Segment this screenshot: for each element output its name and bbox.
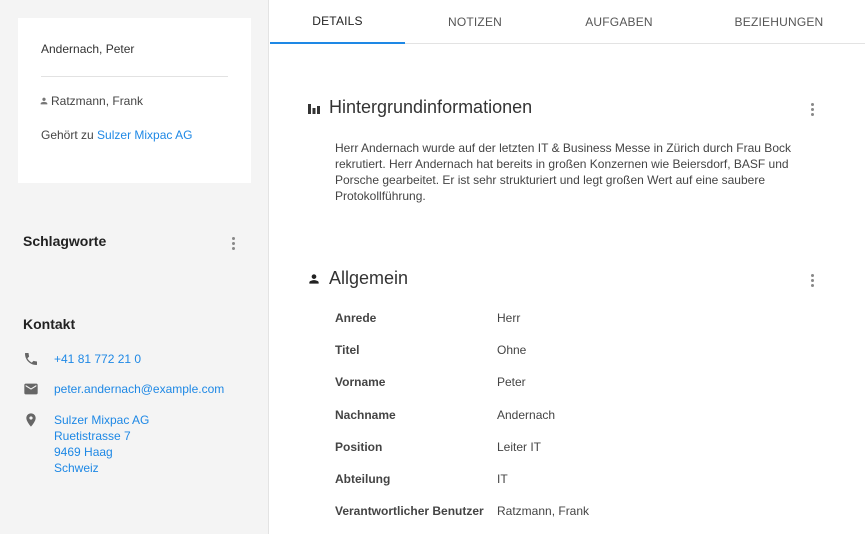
field-value: IT xyxy=(497,472,508,486)
general-menu-icon[interactable] xyxy=(810,274,814,288)
main-panel: DETAILS NOTIZEN AUFGABEN BEZIEHUNGEN Hin… xyxy=(270,0,865,534)
field-label: Verantwortlicher Benutzer xyxy=(335,504,484,518)
address-line: 9469 Haag xyxy=(54,445,113,459)
background-title: Hintergrundinformationen xyxy=(329,97,533,117)
card-owner: Ratzmann, Frank xyxy=(39,94,143,108)
background-menu-icon[interactable] xyxy=(810,103,814,117)
general-title: Allgemein xyxy=(329,268,409,288)
contact-title: Kontakt xyxy=(23,316,76,332)
phone-icon xyxy=(25,353,37,365)
address-link[interactable]: Sulzer Mixpac AG Ruetistrasse 7 9469 Haa… xyxy=(54,412,149,476)
tab-bar: DETAILS NOTIZEN AUFGABEN BEZIEHUNGEN xyxy=(270,0,865,44)
person-icon xyxy=(309,273,319,284)
field-value: Andernach xyxy=(497,408,556,422)
tab-notizen[interactable]: NOTIZEN xyxy=(405,0,545,44)
contact-card: Andernach, Peter Ratzmann, Frank Gehört … xyxy=(18,18,251,183)
tags-title: Schlagworte xyxy=(23,233,107,249)
address-line: Schweiz xyxy=(54,461,99,475)
person-icon xyxy=(40,97,48,105)
field-label: Titel xyxy=(335,343,360,357)
general-section-title: Allgemein xyxy=(307,268,408,289)
contact-name: Andernach, Peter xyxy=(41,42,135,56)
contact-phone-row: +41 81 772 21 0 xyxy=(23,351,141,367)
owner-name: Ratzmann, Frank xyxy=(51,94,144,108)
card-divider xyxy=(41,76,228,77)
address-line: Ruetistrasse 7 xyxy=(54,429,131,443)
phone-link[interactable]: +41 81 772 21 0 xyxy=(54,351,141,367)
background-section-title: Hintergrundinformationen xyxy=(307,97,532,118)
contact-email-row: peter.andernach@example.com xyxy=(23,381,224,397)
field-value: Leiter IT xyxy=(497,440,542,454)
field-label: Abteilung xyxy=(335,472,391,486)
location-pin-icon xyxy=(26,413,36,427)
field-label: Vorname xyxy=(335,375,386,389)
sidebar: Andernach, Peter Ratzmann, Frank Gehört … xyxy=(0,0,269,534)
tab-aufgaben[interactable]: AUFGABEN xyxy=(545,0,693,44)
email-link[interactable]: peter.andernach@example.com xyxy=(54,381,224,397)
tab-beziehungen[interactable]: BEZIEHUNGEN xyxy=(693,0,865,44)
card-company: Gehört zu Sulzer Mixpac AG xyxy=(41,128,192,142)
field-label: Nachname xyxy=(335,408,396,422)
field-value: Ratzmann, Frank xyxy=(497,504,590,518)
field-value: Herr xyxy=(497,311,521,325)
contact-address-row: Sulzer Mixpac AG Ruetistrasse 7 9469 Haa… xyxy=(23,412,149,476)
mail-icon xyxy=(24,383,38,395)
address-line: Sulzer Mixpac AG xyxy=(54,413,150,427)
company-link[interactable]: Sulzer Mixpac AG xyxy=(97,128,192,142)
tab-details[interactable]: DETAILS xyxy=(270,0,405,44)
tags-menu-icon[interactable] xyxy=(231,237,235,251)
company-prefix: Gehört zu xyxy=(41,128,94,142)
field-label: Position xyxy=(335,440,383,454)
field-value: Peter xyxy=(497,375,526,389)
bar-chart-icon xyxy=(308,103,320,114)
field-value: Ohne xyxy=(497,343,527,357)
background-text: Herr Andernach wurde auf der letzten IT … xyxy=(335,141,791,203)
field-label: Anrede xyxy=(335,311,377,325)
